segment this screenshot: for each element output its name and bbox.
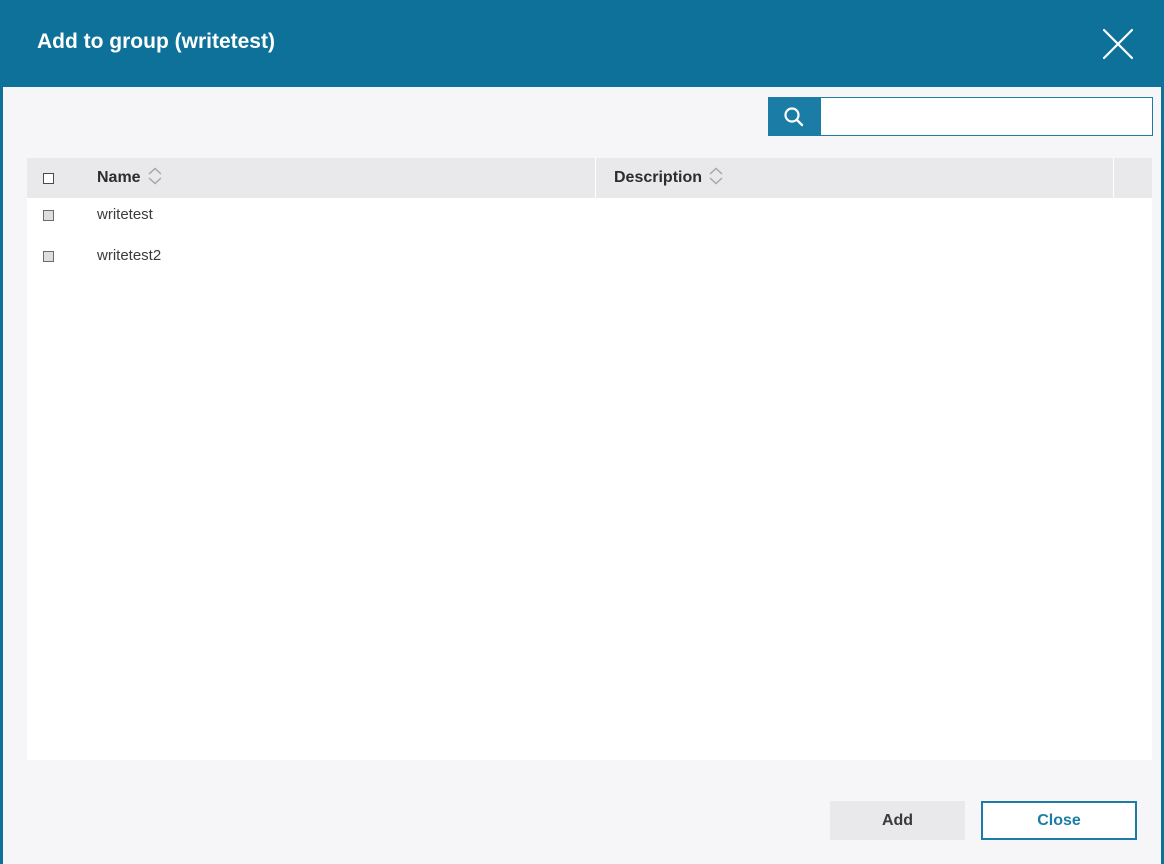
row-checkbox[interactable] <box>43 251 54 262</box>
column-header-label: Name <box>97 169 141 186</box>
table-row[interactable]: writetest2 <box>27 236 1152 276</box>
column-divider <box>595 158 596 198</box>
dialog-header: Add to group (writetest) <box>3 0 1161 87</box>
close-button[interactable]: Close <box>981 801 1137 840</box>
column-header-name[interactable]: Name <box>97 158 163 198</box>
groups-table: Name Description writetest writetest2 <box>27 158 1152 760</box>
column-header-description[interactable]: Description <box>614 158 724 198</box>
sort-icon <box>147 166 163 191</box>
column-divider <box>1113 158 1114 198</box>
cell-name: writetest <box>97 206 153 223</box>
search-bar <box>768 97 1153 136</box>
column-header-label: Description <box>614 169 703 186</box>
search-input[interactable] <box>820 97 1153 136</box>
add-button[interactable]: Add <box>830 801 965 840</box>
select-all-checkbox[interactable] <box>43 173 54 184</box>
sort-icon <box>708 166 724 191</box>
search-button[interactable] <box>768 97 820 136</box>
close-icon[interactable] <box>1100 28 1136 60</box>
row-checkbox[interactable] <box>43 210 54 221</box>
table-row[interactable]: writetest <box>27 195 1152 235</box>
dialog-title: Add to group (writetest) <box>37 30 275 53</box>
cell-name: writetest2 <box>97 247 162 264</box>
table-header: Name Description <box>27 158 1152 198</box>
add-to-group-dialog: Add to group (writetest) Name Descriptio… <box>0 0 1164 864</box>
search-icon <box>784 107 804 127</box>
